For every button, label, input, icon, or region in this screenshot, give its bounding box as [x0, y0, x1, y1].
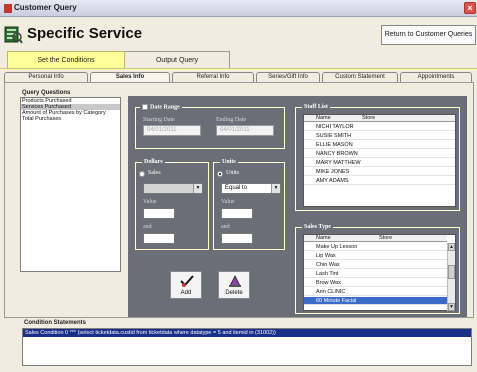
- condition-statements-list[interactable]: Sales Condition 0 *** (select ticketdata…: [22, 328, 472, 366]
- sales-type-group: Sales Type Name Store Make Up Lesson Lip…: [295, 224, 460, 314]
- date-range-checkbox[interactable]: [142, 104, 148, 110]
- return-to-customer-queries-button[interactable]: Return to Customer Queries: [381, 25, 476, 45]
- page-title: Specific Service: [27, 25, 143, 42]
- delete-icon: [229, 275, 241, 287]
- tab-referral-info[interactable]: Referral Info: [172, 72, 254, 82]
- query-logo-icon: [4, 26, 23, 44]
- dollars-value-label: Value: [143, 199, 157, 205]
- units-and-label: and: [221, 224, 230, 230]
- add-button[interactable]: Add: [170, 271, 202, 299]
- units-legend: Units: [220, 159, 238, 165]
- table-row[interactable]: MARY MATTHEW: [304, 159, 455, 167]
- units-and-input[interactable]: [221, 233, 253, 244]
- table-row[interactable]: NANCY BROWN: [304, 150, 455, 158]
- add-button-label: Add: [180, 290, 192, 296]
- column-header-name[interactable]: Name: [316, 235, 331, 242]
- units-operator-value: Equal to: [225, 185, 248, 191]
- add-icon: [180, 275, 194, 287]
- table-row[interactable]: AMY ADAMS: [304, 177, 455, 185]
- tab-underline: [0, 68, 477, 70]
- dollars-operator-select[interactable]: ▼: [143, 183, 203, 194]
- column-header-name[interactable]: Name: [316, 115, 331, 122]
- units-value-label: Value: [221, 199, 235, 205]
- tab-personal-info[interactable]: Personal Info: [4, 72, 88, 82]
- starting-date-input[interactable]: 04/01/2011: [143, 125, 201, 136]
- table-row[interactable]: MIKE JONES: [304, 168, 455, 176]
- condition-statement-row[interactable]: Sales Condition 0 *** (select ticketdata…: [23, 329, 471, 337]
- condition-statements-heading: Condition Statements: [24, 320, 87, 326]
- table-row[interactable]: Chin Wax: [304, 261, 447, 269]
- tab-sales-info[interactable]: Sales Info: [90, 72, 170, 82]
- scroll-thumb[interactable]: [448, 265, 455, 279]
- dollars-group: Dollars Sales ▼ Value and: [135, 159, 209, 250]
- table-row[interactable]: Brow Wax: [304, 279, 447, 287]
- sales-radio-label: Sales: [148, 170, 161, 176]
- sales-type-list[interactable]: Name Store Make Up Lesson Lip Wax Chin W…: [303, 234, 456, 311]
- chevron-down-icon: ▼: [271, 184, 280, 193]
- chevron-down-icon: ▼: [193, 184, 202, 193]
- units-group: Units Units Equal to ▼ Value and: [213, 159, 285, 250]
- date-range-group: Date Range Starting Date 04/01/2011 Endi…: [135, 104, 285, 149]
- dollars-legend: Dollars: [142, 159, 165, 165]
- scroll-up-icon[interactable]: ▲: [448, 243, 455, 251]
- app-icon: [4, 4, 12, 13]
- sales-type-header: Name Store: [304, 235, 447, 242]
- tab-output-query[interactable]: Output Query: [125, 51, 230, 68]
- units-operator-select[interactable]: Equal to ▼: [221, 183, 281, 194]
- table-row[interactable]: NICHI TAYLOR: [304, 123, 455, 131]
- title-bar: Customer Query ×: [0, 0, 477, 17]
- sales-radio[interactable]: [139, 171, 145, 177]
- delete-button-label: Delete: [225, 290, 243, 296]
- date-range-label: Date Range: [150, 104, 180, 111]
- column-header-store[interactable]: Store: [362, 115, 375, 122]
- dollars-value-input[interactable]: [143, 208, 175, 219]
- window-title: Customer Query: [14, 3, 77, 12]
- close-button[interactable]: ×: [464, 2, 476, 14]
- table-row[interactable]: ELLIE MASON: [304, 141, 455, 149]
- starting-date-label: Starting Date: [143, 117, 175, 123]
- table-row[interactable]: SUSIE SMITH: [304, 132, 455, 140]
- units-radio[interactable]: [217, 171, 223, 177]
- sales-type-legend: Sales Type: [302, 224, 333, 230]
- tab-set-the-conditions[interactable]: Set the Conditions: [7, 51, 125, 68]
- tab-series-gift-info[interactable]: Series/Gift Info: [256, 72, 320, 82]
- table-row[interactable]: Lip Wax: [304, 252, 447, 260]
- table-row[interactable]: Ann CLINIC: [304, 288, 447, 296]
- staff-list-header: Name Store: [304, 115, 455, 122]
- customer-query-window: Customer Query × Specific Service Return…: [0, 0, 477, 372]
- conditions-panel: Date Range Starting Date 04/01/2011 Endi…: [128, 96, 467, 317]
- staff-list-group: Staff List Name Store NICHI TAYLOR SUSIE…: [295, 104, 460, 211]
- list-item[interactable]: Total Purchases: [21, 116, 120, 122]
- dollars-and-label: and: [143, 224, 152, 230]
- delete-button[interactable]: Delete: [218, 271, 250, 299]
- column-header-store[interactable]: Store: [379, 235, 392, 242]
- staff-list[interactable]: Name Store NICHI TAYLOR SUSIE SMITH ELLI…: [303, 114, 456, 207]
- staff-list-legend: Staff List: [302, 104, 330, 110]
- query-questions-heading: Query Questions: [22, 90, 71, 96]
- tab-appointments[interactable]: Appointments: [400, 72, 472, 82]
- units-radio-label: Units: [226, 170, 240, 176]
- ending-date-input[interactable]: 04/01/2011: [216, 125, 274, 136]
- tab-custom-statement[interactable]: Custom Statement: [322, 72, 398, 82]
- table-row[interactable]: Make Up Lesson: [304, 243, 447, 251]
- date-range-legend: Date Range: [140, 104, 182, 111]
- table-row-selected[interactable]: 60 Minute Facial: [304, 297, 447, 305]
- scroll-down-icon[interactable]: ▼: [448, 303, 455, 311]
- dollars-and-input[interactable]: [143, 233, 175, 244]
- header: Specific Service Return to Customer Quer…: [0, 17, 477, 51]
- query-questions-list[interactable]: Products Purchased Services Purchased Am…: [20, 97, 121, 272]
- sub-tabs: Personal Info Sales Info Referral Info S…: [4, 72, 474, 82]
- sales-type-scrollbar[interactable]: ▲ ▼: [447, 243, 455, 311]
- table-row[interactable]: Lash Tint: [304, 270, 447, 278]
- ending-date-label: Ending Date: [216, 117, 247, 123]
- units-value-input[interactable]: [221, 208, 253, 219]
